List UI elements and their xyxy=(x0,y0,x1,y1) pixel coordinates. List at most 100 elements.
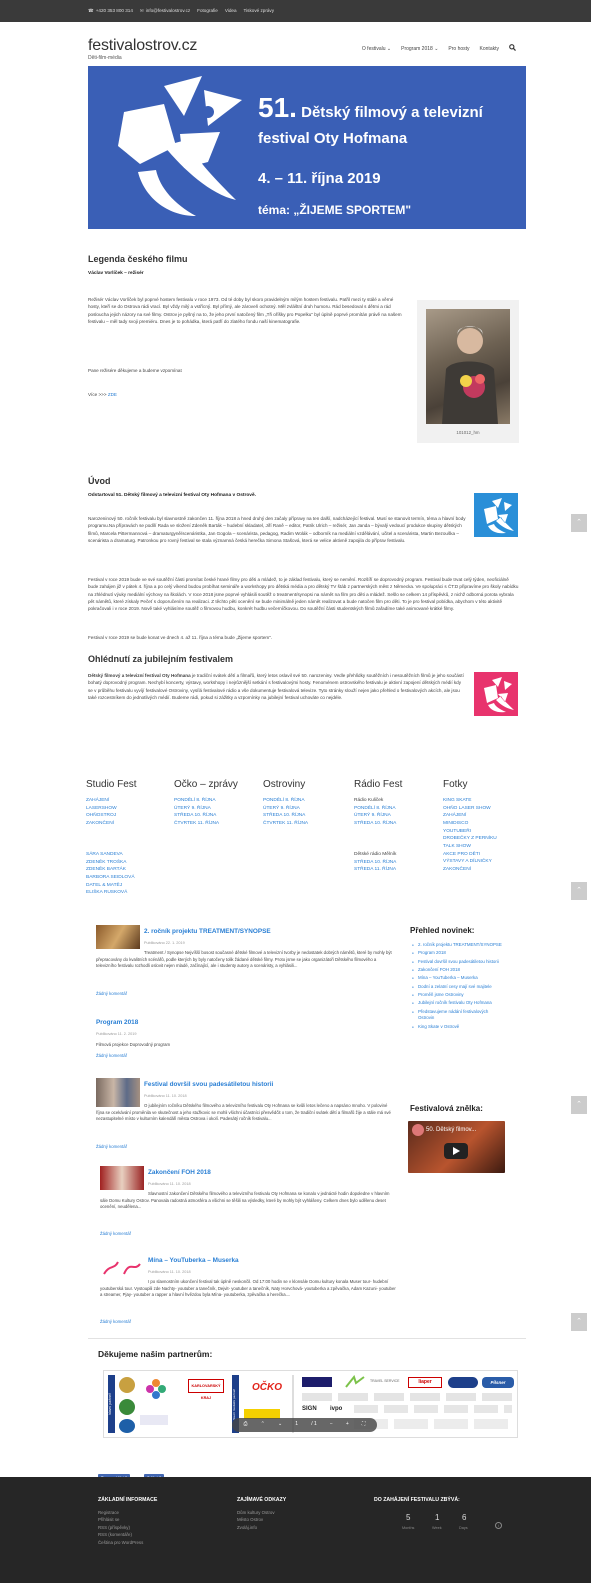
list-item[interactable]: ZDENĚK TROŠKA xyxy=(86,859,135,867)
pilsner-logo[interactable]: Pilsner xyxy=(482,1377,514,1388)
list-item[interactable]: ÚTERÝ 9. ŘÍJNA xyxy=(263,805,308,813)
post-title[interactable]: Festival dovršil svou padesátiletou hist… xyxy=(144,1080,273,1089)
list-item[interactable]: STŘEDA 10. ŘÍJNA xyxy=(263,812,308,820)
post-title[interactable]: 2. ročník projektu TREATMENT/SYNOPSE xyxy=(144,927,271,936)
chevron-down-icon[interactable]: ⌄ xyxy=(278,1421,282,1428)
partner-logo[interactable] xyxy=(448,1377,478,1388)
footer-link-mesto-ostrov[interactable]: Město Ostrov xyxy=(237,1516,275,1523)
list-item[interactable]: TALK SHOW xyxy=(443,843,497,851)
email-link[interactable]: ✉ info@festivalostrov.cz xyxy=(140,8,190,15)
karlovarsky-kraj-logo[interactable]: KARLOVARSKÝ KRAJ xyxy=(188,1379,224,1400)
list-item[interactable]: ÚTERÝ 9. ŘÍJNA xyxy=(354,812,396,820)
footer-link-rss-posts[interactable]: RSS (příspěvky) xyxy=(98,1524,143,1531)
list-item[interactable]: PONDĚLÍ 8. ŘÍJNA xyxy=(174,797,219,805)
post-comments-link[interactable]: Žádný komentář xyxy=(96,991,127,997)
video-title[interactable]: 50. Dětský filmov... xyxy=(426,1126,476,1135)
travel-service-logo[interactable]: TRAVEL SERVICE xyxy=(370,1379,400,1384)
list-item[interactable]: STŘEDA 10. ŘÍJNA xyxy=(354,820,396,828)
list-item[interactable]: OHŇO LASER SHOW xyxy=(443,805,497,813)
scroll-top-button[interactable]: ⌃ xyxy=(571,882,587,900)
footer-link-register[interactable]: Registrace xyxy=(98,1509,143,1516)
list-item[interactable]: VÝSTAVY A DÍLNIČKY xyxy=(443,858,497,866)
list-item[interactable]: YOUTUBEŘI xyxy=(443,828,497,836)
list-item[interactable]: STŘEDA 10. ŘÍJNA xyxy=(354,859,396,867)
info-icon[interactable]: i xyxy=(495,1522,502,1529)
news-item[interactable]: Program 2018 xyxy=(412,950,504,957)
print-icon[interactable]: ⎙ xyxy=(244,1421,248,1428)
list-item[interactable]: DATEL & MATĚJ xyxy=(86,882,135,890)
list-item[interactable]: STŘEDA 10. ŘÍJNA xyxy=(174,812,219,820)
list-item[interactable]: ÚTERÝ 9. ŘÍJNA xyxy=(174,805,219,813)
list-item[interactable]: BARBORA SEIDLOVÁ xyxy=(86,874,135,882)
search-icon[interactable] xyxy=(509,44,516,54)
liaper-logo[interactable]: liaper xyxy=(408,1377,442,1388)
news-item[interactable]: Dodní a zelatní cesy mají své majitele xyxy=(412,984,504,991)
news-item[interactable]: Festival dovršil svou padesátiletou hist… xyxy=(412,959,504,966)
arrow-logo-icon[interactable] xyxy=(344,1374,366,1389)
list-item[interactable]: ZAKONČENÍ xyxy=(86,820,117,828)
list-item[interactable]: ČTVRTEK 11. ŘÍJNA xyxy=(263,820,308,828)
festival-video-embed[interactable]: 50. Dětský filmov... xyxy=(408,1121,505,1173)
list-item[interactable]: ZAHÁJENÍ xyxy=(86,797,117,805)
top-link-videos[interactable]: Videa xyxy=(225,8,237,15)
list-item[interactable]: OHŇOSTROJ xyxy=(86,812,117,820)
list-item[interactable]: MINIDISCO xyxy=(443,820,497,828)
news-item[interactable]: Představujeme nádání festivalových Ostro… xyxy=(412,1009,504,1023)
fit-icon[interactable]: ⛶ xyxy=(362,1421,366,1428)
nav-item-program[interactable]: Program 2018 ⌄ xyxy=(401,46,438,53)
nav-item-o-festivalu[interactable]: O festivalu ⌄ xyxy=(362,46,391,53)
page-number[interactable]: 1 xyxy=(295,1421,298,1428)
news-item[interactable]: 2. ročník projektu TREATMENT/SYNOPSE xyxy=(412,942,504,949)
zoom-out-icon[interactable]: − xyxy=(330,1421,333,1428)
post-comments-link[interactable]: Žádný komentář xyxy=(100,1231,131,1237)
partner-logo[interactable] xyxy=(119,1399,135,1415)
site-logo-title[interactable]: festivalostrov.cz xyxy=(88,34,197,57)
footer-link-zvolaj[interactable]: Zvoláj.info xyxy=(237,1524,275,1531)
partner-logo[interactable] xyxy=(119,1377,135,1393)
flower-logo-icon[interactable] xyxy=(146,1379,166,1399)
list-item[interactable]: STŘEDA 11. ŘÍJNA xyxy=(354,866,396,874)
scroll-top-button[interactable]: ⌃ xyxy=(571,514,587,532)
news-item[interactable]: Jubilejní ročník festivalu Oty Hofmana xyxy=(412,1000,504,1007)
post-comments-link[interactable]: Žádný komentář xyxy=(100,1319,131,1325)
list-item[interactable]: SÁRA SANDEVA xyxy=(86,851,135,859)
news-item[interactable]: Proměň jsme Ostroviny xyxy=(412,992,504,999)
post-thumbnail[interactable] xyxy=(96,925,140,949)
nav-item-kontakty[interactable]: Kontakty xyxy=(480,46,499,53)
ocko-logo[interactable]: OČKO xyxy=(252,1381,282,1396)
post-comments-link[interactable]: Žádný komentář xyxy=(96,1053,127,1059)
portrait-photo[interactable] xyxy=(426,309,510,424)
list-item[interactable]: ČTVRTEK 11. ŘÍJNA xyxy=(174,820,219,828)
post-thumbnail[interactable] xyxy=(100,1254,144,1280)
nav-item-pro-hosty[interactable]: Pro hosty xyxy=(448,46,469,53)
list-item[interactable]: ELIŠKA RUSKOVÁ xyxy=(86,889,135,897)
partner-logo[interactable] xyxy=(119,1419,135,1433)
post-title[interactable]: Mína – YouTuberka – Muserka xyxy=(148,1256,239,1265)
list-item[interactable]: ZAHÁJENÍ xyxy=(443,812,497,820)
post-thumbnail[interactable] xyxy=(100,1166,144,1190)
list-item[interactable]: AKCE PRO DĚTI xyxy=(443,851,497,859)
footer-link-wordpress[interactable]: Čeština pro WordPress xyxy=(98,1539,143,1546)
partner-logo[interactable] xyxy=(140,1415,168,1425)
play-icon[interactable] xyxy=(444,1143,468,1159)
footer-link-rss-comments[interactable]: RSS (komentáře) xyxy=(98,1531,143,1538)
phone-link[interactable]: ☎ +420 353 800 314 xyxy=(88,8,133,15)
list-item[interactable]: ZAKONČENÍ xyxy=(443,866,497,874)
footer-link-login[interactable]: Přihlásit se xyxy=(98,1516,143,1523)
footer-link-dum-kultury[interactable]: Dům kultury Ostrov xyxy=(237,1509,275,1516)
post-title[interactable]: Zakončení FOH 2018 xyxy=(148,1168,211,1177)
ivpo-logo[interactable]: ivpo xyxy=(330,1405,342,1414)
list-item[interactable]: DROBEČKY Z PERNÍKU xyxy=(443,835,497,843)
list-item[interactable]: ZDENĚK BARTÁK xyxy=(86,866,135,874)
top-link-press[interactable]: Tiskové zprávy xyxy=(244,8,274,15)
chevron-up-icon[interactable]: ⌃ xyxy=(261,1421,265,1428)
sign-logo[interactable]: SIGN xyxy=(302,1405,317,1414)
list-item[interactable]: PONDĚLÍ 8. ŘÍJNA xyxy=(263,797,308,805)
news-item[interactable]: Zakončení FOH 2018 xyxy=(412,967,504,974)
post-comments-link[interactable]: Žádný komentář xyxy=(96,1144,127,1150)
news-item[interactable]: King Skate v Ostrově xyxy=(412,1024,504,1031)
legenda-more-link[interactable]: ZDE xyxy=(108,392,117,397)
scroll-top-button[interactable]: ⌃ xyxy=(571,1096,587,1114)
list-item[interactable]: KING SKATE xyxy=(443,797,497,805)
news-item[interactable]: Mína – YouTuberka – Muserka xyxy=(412,975,504,982)
